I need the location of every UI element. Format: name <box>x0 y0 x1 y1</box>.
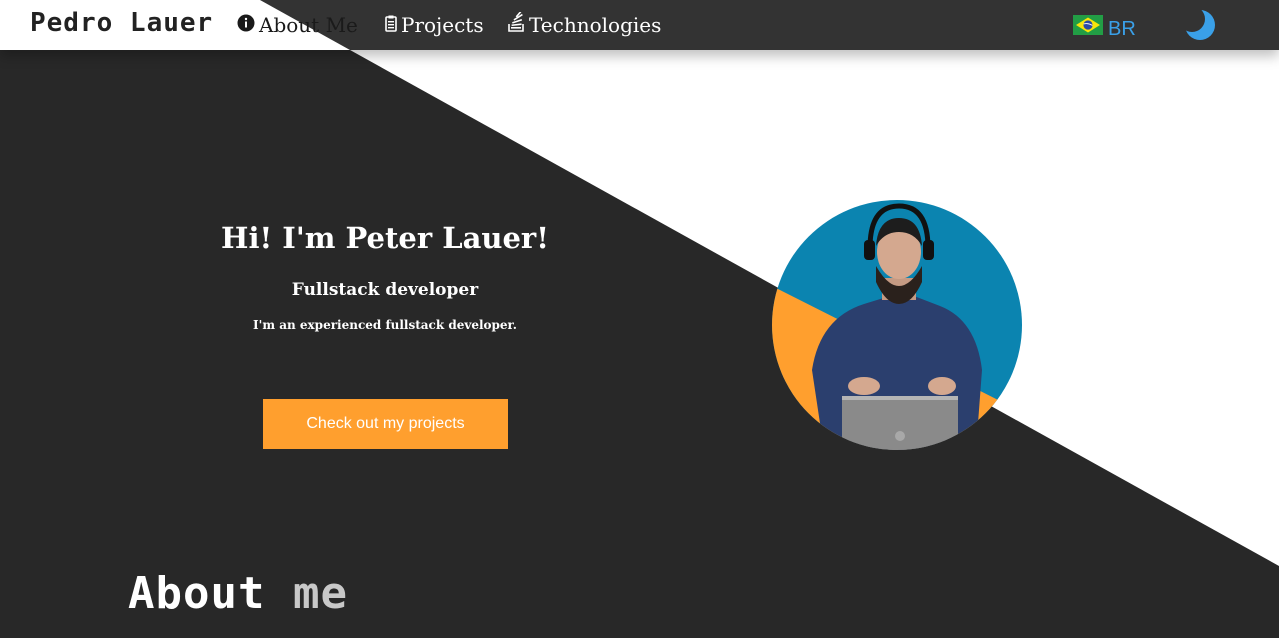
language-switch[interactable]: BR <box>1073 14 1136 41</box>
hero-subtitle: Fullstack developer <box>291 280 479 300</box>
brand-logo[interactable]: Pedro Lauer <box>30 7 213 39</box>
about-me-heading-part1: About <box>128 568 266 619</box>
hero-description: I'm an experienced fullstack developer. <box>253 318 517 332</box>
hero-title: Hi! I'm Peter Lauer! <box>221 221 549 255</box>
profile-avatar <box>772 200 1022 450</box>
theme-toggle-button[interactable] <box>1183 8 1217 42</box>
about-me-heading-part2: me <box>292 568 348 619</box>
nav-technologies-label: Technologies <box>529 13 662 37</box>
page: Pedro Lauer About Me Projects Technologi… <box>0 0 1279 638</box>
nav-projects[interactable]: Projects <box>385 11 484 39</box>
hero-intro: Hi! I'm Peter Lauer! Fullstack developer… <box>185 218 585 334</box>
nav-projects-label: Projects <box>401 13 484 37</box>
stack-icon <box>507 9 525 39</box>
check-projects-button[interactable]: Check out my projects <box>263 399 508 449</box>
info-icon <box>237 11 255 39</box>
moon-icon <box>1185 10 1215 40</box>
language-label: BR <box>1108 18 1136 40</box>
clipboard-list-icon <box>385 11 397 39</box>
nav-technologies[interactable]: Technologies <box>507 9 662 39</box>
nav-about-me[interactable]: About Me <box>237 11 358 39</box>
brazil-flag-icon <box>1073 14 1103 41</box>
navbar: Pedro Lauer About Me Projects Technologi… <box>0 0 1279 50</box>
nav-about-me-label: About Me <box>259 13 358 37</box>
about-me-heading: About me <box>128 568 348 620</box>
